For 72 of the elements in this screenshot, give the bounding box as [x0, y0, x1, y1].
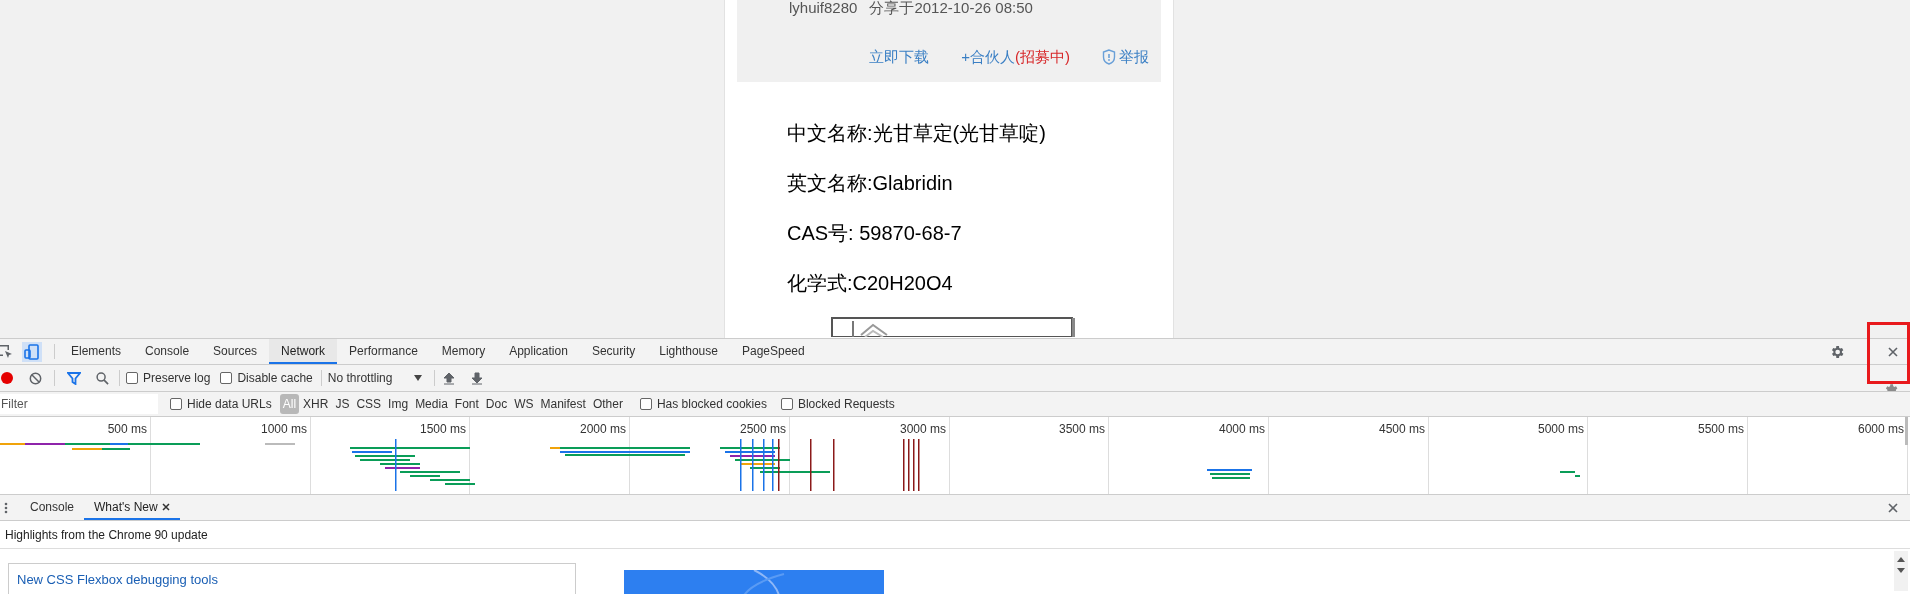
feature-link[interactable]: New CSS Flexbox debugging tools [17, 572, 218, 587]
filter-type-button[interactable]: WS [511, 394, 537, 414]
tick-label: 3000 ms [899, 421, 946, 438]
close-icon[interactable] [1888, 347, 1898, 357]
download-icon[interactable] [471, 371, 484, 385]
partner-link[interactable]: +合伙人(招募中) [961, 46, 1070, 69]
scrollbar[interactable] [1894, 551, 1908, 591]
share-date: 分享于2012-10-26 08:50 [869, 0, 1033, 18]
record-button[interactable] [1, 372, 13, 384]
device-toolbar-icon[interactable] [22, 341, 42, 362]
panel-tab[interactable]: Performance [337, 339, 430, 364]
filter-type-button[interactable]: XHR [300, 394, 332, 414]
filter-field[interactable]: Filter [0, 394, 158, 414]
checkbox[interactable]: Has blocked cookies [639, 395, 767, 413]
close-icon[interactable] [1888, 503, 1898, 513]
throttling-dropdown[interactable]: No throttling [327, 369, 423, 387]
checkbox[interactable]: Hide data URLs [170, 395, 272, 413]
panel-tab[interactable]: Memory [429, 339, 498, 364]
filter-type-button[interactable]: Font [451, 394, 482, 414]
checkbox[interactable]: Blocked Requests [780, 395, 895, 413]
tick-label: 6000 ms [1857, 421, 1904, 438]
more-icon[interactable] [4, 501, 8, 514]
info-text: CAS号: 59870-68-7 [787, 221, 963, 246]
checkbox[interactable]: Preserve log [126, 369, 211, 387]
tick-label: 2000 ms [579, 421, 626, 438]
highlight-frame [1867, 322, 1910, 384]
upload-icon[interactable] [443, 371, 456, 385]
filter-type-button[interactable]: Img [385, 394, 412, 414]
tick-label: 4000 ms [1218, 421, 1265, 438]
settings-icon[interactable] [1829, 344, 1845, 360]
tick-label: 1000 ms [260, 421, 307, 438]
settings-icon[interactable] [1883, 382, 1899, 392]
panel-tab[interactable]: Lighthouse [647, 339, 730, 364]
filter-type-button[interactable]: Doc [482, 394, 511, 414]
drawer-tab[interactable]: What's New [84, 495, 180, 520]
tick-label: 5000 ms [1537, 421, 1584, 438]
filter-type-button[interactable]: Manifest [537, 394, 589, 414]
caret-icon [414, 375, 423, 381]
shield-icon [1102, 49, 1116, 66]
close-icon[interactable] [161, 502, 170, 511]
inspect-icon[interactable] [0, 343, 13, 360]
filter-type-button[interactable]: JS [332, 394, 353, 414]
filter-type-button[interactable]: CSS [353, 394, 385, 414]
tick-label: 4500 ms [1378, 421, 1425, 438]
download-link[interactable]: 立即下载 [869, 46, 930, 69]
panel-tab[interactable]: Application [497, 339, 580, 364]
tick-label: 1500 ms [419, 421, 466, 438]
panel-tab[interactable]: Sources [201, 339, 270, 364]
info-text: 英文名称:Glabridin [787, 171, 954, 196]
tick-label: 500 ms [107, 421, 147, 438]
filter-type-button[interactable]: Media [412, 394, 451, 414]
scroll-down-icon[interactable] [1897, 568, 1905, 573]
tick-label: 2500 ms [739, 421, 786, 438]
info-text: 中文名称:光甘草定(光甘草啶) [787, 121, 1047, 146]
panel-tab[interactable]: Console [133, 339, 202, 364]
clear-icon[interactable] [29, 371, 42, 385]
panel-tab[interactable]: Network [269, 339, 338, 364]
author-name: lyhuif8280 [789, 0, 858, 18]
search-icon[interactable] [96, 371, 109, 385]
headline-text: Highlights from the Chrome 90 update [5, 526, 208, 544]
drawer-tab[interactable]: Console [20, 495, 85, 520]
checkbox[interactable]: Disable cache [220, 369, 313, 387]
filter-icon[interactable] [67, 371, 81, 385]
info-text: 化学式:C20H20O4 [787, 271, 954, 296]
panel-tab[interactable]: Security [579, 339, 648, 364]
report-link[interactable]: 举报 [1102, 46, 1149, 69]
panel-tab[interactable]: PageSpeed [729, 339, 817, 364]
scroll-up-icon[interactable] [1897, 557, 1905, 562]
tick-label: 3500 ms [1058, 421, 1105, 438]
tick-label: 5500 ms [1697, 421, 1744, 438]
filter-type-button[interactable]: Other [589, 394, 626, 414]
panel-tab[interactable]: Elements [59, 339, 134, 364]
